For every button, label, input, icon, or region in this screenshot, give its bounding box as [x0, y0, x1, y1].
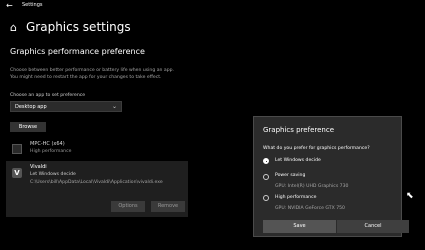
home-icon: ⌂: [10, 21, 17, 34]
dropdown-value: Desktop app: [15, 104, 47, 110]
app-preference: Let Windows decide: [30, 172, 76, 177]
option-label[interactable]: High performance: [275, 195, 316, 200]
radio-high-performance[interactable]: [263, 195, 269, 201]
option-label[interactable]: Power saving: [275, 173, 305, 178]
mouse-cursor-icon: ⬉: [406, 191, 414, 201]
save-button[interactable]: Save: [263, 220, 336, 233]
browse-button[interactable]: Browse: [10, 122, 46, 132]
description: Choose between better performance or bat…: [10, 68, 200, 81]
choose-app-label: Choose an app to set preference: [10, 93, 86, 98]
radio-let-windows-decide[interactable]: [263, 158, 269, 164]
page-title: Graphics settings: [26, 20, 131, 34]
title-bar: ← Settings: [0, 0, 425, 12]
remove-button[interactable]: Remove: [151, 201, 185, 212]
app-name: Vivaldi: [30, 164, 47, 170]
graphics-preference-dialog: Graphics preference What do you prefer f…: [253, 116, 409, 237]
dialog-title: Graphics preference: [263, 126, 335, 134]
description-line-2: You might need to restart the app for yo…: [10, 74, 162, 80]
description-line-1: Choose between better performance or bat…: [10, 68, 175, 73]
app-name[interactable]: MPC-HC (x64): [30, 141, 65, 147]
window-title: Settings: [22, 2, 43, 8]
app-type-dropdown[interactable]: Desktop app ⌄: [10, 101, 122, 112]
app-path: C:\Users\bill\AppData\Local\Vivaldi\Appl…: [30, 180, 163, 185]
section-title: Graphics performance preference: [10, 47, 145, 56]
option-label[interactable]: Let Windows decide: [275, 158, 321, 163]
cancel-button[interactable]: Cancel: [337, 220, 409, 233]
option-gpu-info: GPU: NVIDIA GeForce GTX 750: [275, 206, 345, 211]
vivaldi-app-icon: V: [12, 168, 22, 178]
mpc-hc-app-icon: [12, 144, 22, 154]
options-button[interactable]: Options: [111, 201, 145, 212]
back-arrow-icon[interactable]: ←: [6, 1, 13, 10]
chevron-down-icon: ⌄: [111, 103, 117, 110]
radio-power-saving[interactable]: [263, 174, 269, 180]
dialog-question: What do you prefer for graphics performa…: [263, 146, 370, 151]
option-gpu-info: GPU: Intel(R) UHD Graphics 730: [275, 184, 349, 189]
app-preference: High performance: [30, 149, 72, 154]
